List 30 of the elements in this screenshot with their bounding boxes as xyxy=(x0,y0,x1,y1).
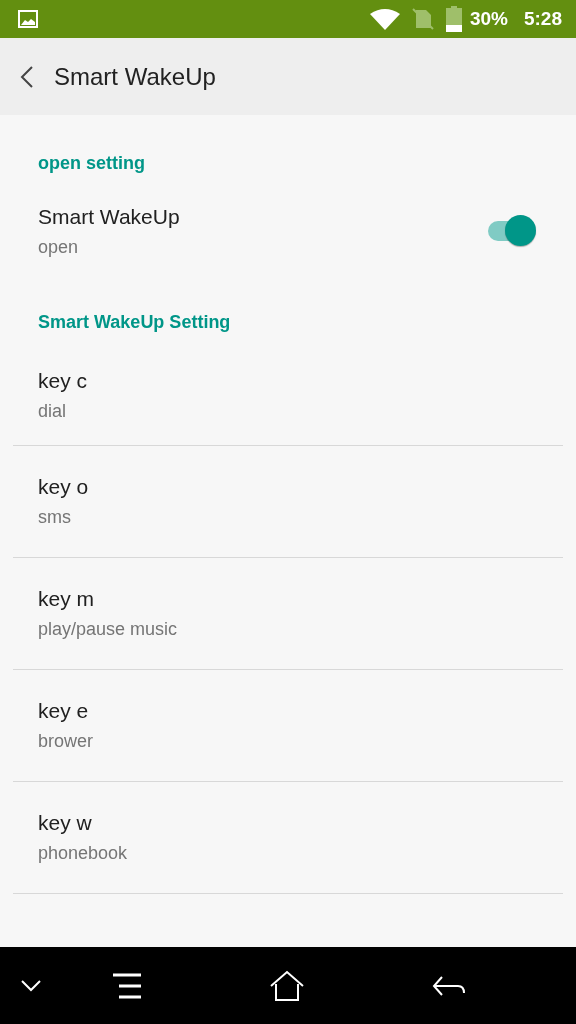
setting-title: key e xyxy=(38,699,90,723)
setting-title: key w xyxy=(38,811,93,835)
setting-summary: phonebook xyxy=(38,843,129,864)
setting-summary: open xyxy=(38,236,80,258)
image-icon xyxy=(18,10,38,28)
page-title: Smart WakeUp xyxy=(54,62,216,91)
chevron-down-icon[interactable] xyxy=(20,978,42,993)
setting-title: key o xyxy=(38,475,90,499)
setting-title: key m xyxy=(38,587,95,611)
setting-row[interactable]: key o sms xyxy=(13,446,563,558)
no-sim-icon xyxy=(411,7,434,31)
wifi-icon xyxy=(369,8,400,30)
clock: 5:28 xyxy=(523,8,562,30)
setting-row[interactable]: key w phonebook xyxy=(13,782,563,894)
setting-title: Smart WakeUp xyxy=(38,204,181,229)
setting-row[interactable]: key c dial xyxy=(13,345,563,446)
setting-summary: dial xyxy=(38,400,68,422)
section-header: open setting xyxy=(37,152,146,175)
setting-row[interactable]: key m play/pause music xyxy=(13,558,563,670)
home-icon[interactable] xyxy=(269,969,305,1002)
section-header: Smart WakeUp Setting xyxy=(37,311,232,334)
battery-percent: 30% xyxy=(469,8,508,30)
battery-icon xyxy=(445,6,462,32)
setting-summary: sms xyxy=(38,507,72,528)
menu-icon[interactable] xyxy=(112,972,142,999)
setting-summary: brower xyxy=(38,731,95,752)
setting-title: key c xyxy=(38,368,88,393)
back-arrow-icon[interactable] xyxy=(432,974,466,997)
setting-row[interactable]: key e brower xyxy=(13,670,563,782)
setting-summary: play/pause music xyxy=(38,619,179,640)
